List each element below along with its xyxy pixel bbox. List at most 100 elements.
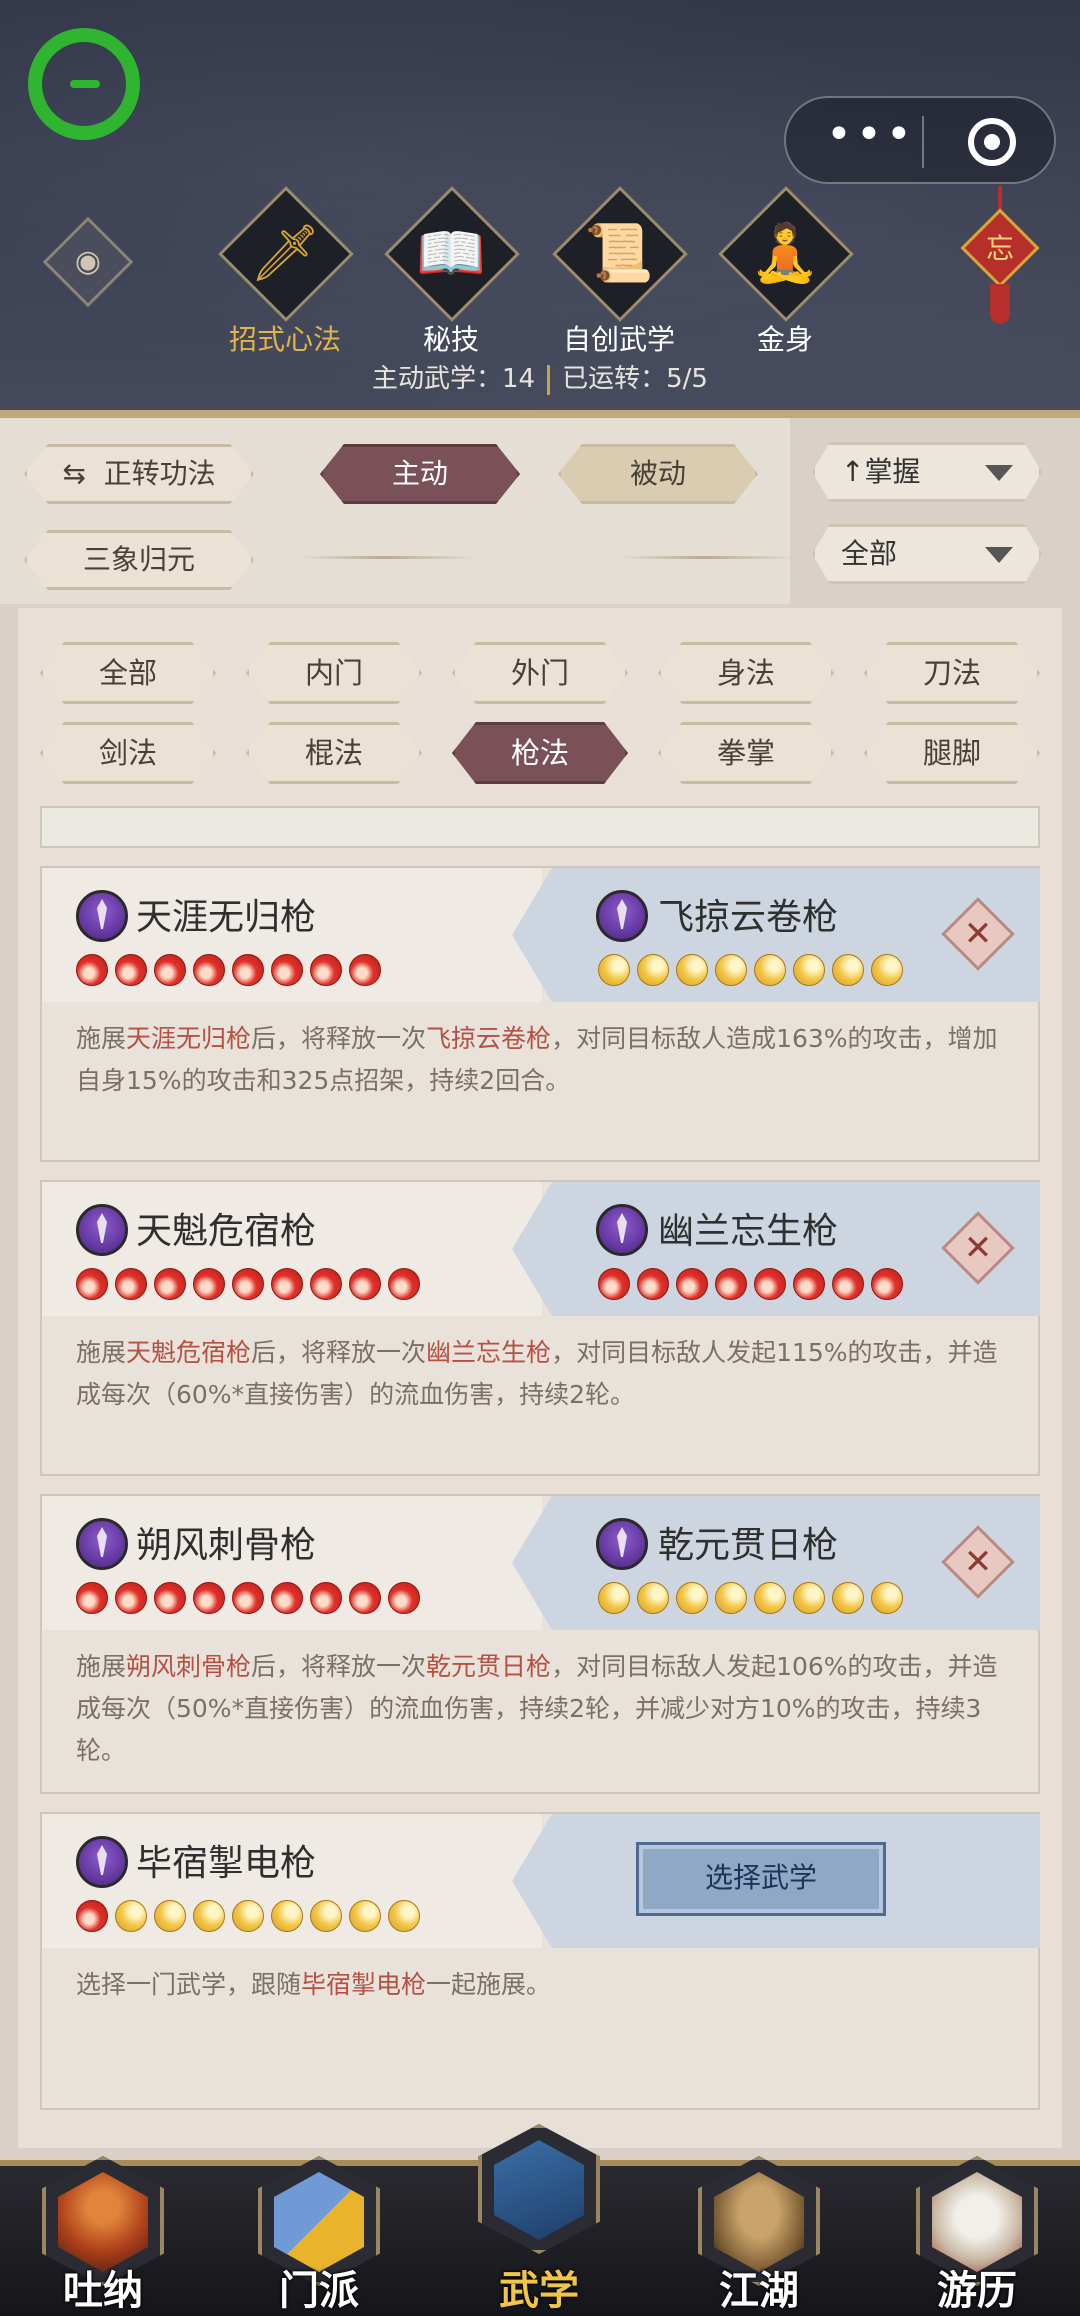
source-skill-name: 天涯无归枪 bbox=[136, 897, 317, 938]
fire-orb-icon bbox=[388, 1268, 420, 1300]
nav-jianghu[interactable]: 江湖 bbox=[684, 2150, 834, 2316]
chat-logo-icon[interactable] bbox=[28, 28, 140, 140]
up-arrow-icon: ↑ bbox=[841, 455, 865, 488]
fire-orb-icon bbox=[232, 1268, 264, 1300]
fire-orb-icon bbox=[76, 1582, 108, 1614]
category-label: 棍法 bbox=[304, 736, 363, 770]
category-leg[interactable]: 腿脚 bbox=[864, 722, 1040, 784]
fire-orb-icon bbox=[271, 1268, 303, 1300]
sword-icon: 🗡 bbox=[249, 221, 321, 286]
fire-orb-icon bbox=[193, 954, 225, 986]
fire-orb-icon bbox=[154, 1582, 186, 1614]
combo-description: 施展天涯无归枪后，将释放一次飞掠云卷枪，对同目标敌人造成163%的攻击，增加自身… bbox=[76, 1024, 998, 1095]
fire-orb-icon bbox=[76, 954, 108, 986]
tab-label: 自创武学 bbox=[562, 323, 675, 356]
spear-skill-icon bbox=[76, 1518, 128, 1570]
spear-skill-icon bbox=[76, 890, 128, 942]
combo-card-empty[interactable]: 毕宿掣电枪 选择一门武学，跟随毕宿掣电枪一起施展。 bbox=[40, 1812, 1040, 2110]
nav-breathing[interactable]: 吐纳 bbox=[28, 2150, 178, 2316]
moon-orb-icon bbox=[388, 1900, 420, 1932]
tab-active[interactable]: 主动 bbox=[320, 444, 520, 504]
divider-ornament bbox=[296, 556, 476, 559]
combo-card[interactable]: 天涯无归枪 飞掠云卷枪 ✕ 施展天涯无归枪后，将释放一次飞掠云卷枪，对同目标敌人… bbox=[40, 866, 1040, 1162]
combo-card[interactable]: 天魁危宿枪 幽兰忘生枪 ✕ 施展天魁危宿枪后，将释放一次幽兰忘生枪，对同目标敌人… bbox=[40, 1180, 1040, 1476]
fire-orb-icon bbox=[676, 1268, 708, 1300]
moon-orb-icon bbox=[154, 1900, 186, 1932]
orb-row bbox=[598, 954, 910, 988]
fire-orb-icon bbox=[115, 1268, 147, 1300]
moon-orb-icon bbox=[676, 954, 708, 986]
category-label: 腿脚 bbox=[922, 736, 981, 770]
spear-skill-icon bbox=[596, 1204, 648, 1256]
moon-orb-icon bbox=[637, 954, 669, 986]
category-outer[interactable]: 外门 bbox=[452, 642, 628, 704]
skill-link: 天魁危宿枪 bbox=[126, 1338, 252, 1367]
moon-orb-icon bbox=[793, 954, 825, 986]
fire-orb-icon bbox=[754, 1268, 786, 1300]
skill-link: 飞掠云卷枪 bbox=[426, 1024, 552, 1053]
combo-description: 选择一门武学，跟随毕宿掣电枪一起施展。 bbox=[76, 1970, 552, 1999]
nav-travel[interactable]: 游历 bbox=[902, 2150, 1052, 2316]
source-skill-panel: 朔风刺骨枪 bbox=[42, 1496, 542, 1630]
fire-orb-icon bbox=[793, 1268, 825, 1300]
category-label: 拳掌 bbox=[716, 736, 775, 770]
fire-orb-icon bbox=[637, 1268, 669, 1300]
category-label: 全部 bbox=[98, 656, 157, 690]
category-inner[interactable]: 内门 bbox=[246, 642, 422, 704]
category-label: 身法 bbox=[716, 656, 775, 690]
orb-row bbox=[76, 1900, 427, 1934]
combo-card[interactable]: 朔风刺骨枪 乾元贯日枪 ✕ 施展朔风刺骨枪后，将释放一次乾元贯日枪，对同目标敌人… bbox=[40, 1494, 1040, 1794]
category-sword[interactable]: 剑法 bbox=[40, 722, 216, 784]
sanxiang-button[interactable]: 三象归元 bbox=[24, 530, 254, 590]
skill-stats: 主动武学：14 已运转：5/5 bbox=[0, 358, 1080, 398]
category-staff[interactable]: 棍法 bbox=[246, 722, 422, 784]
fire-orb-icon bbox=[388, 1582, 420, 1614]
tab-label: 金身 bbox=[756, 323, 813, 356]
fire-orb-icon bbox=[154, 954, 186, 986]
category-blade[interactable]: 刀法 bbox=[864, 642, 1040, 704]
spear-skill-icon bbox=[596, 1518, 648, 1570]
nav-label: 武学 bbox=[499, 2268, 579, 2314]
moon-orb-icon bbox=[715, 1582, 747, 1614]
nav-martial[interactable]: 武学 bbox=[464, 2118, 614, 2314]
fire-orb-icon bbox=[598, 1268, 630, 1300]
top-tab-secret[interactable]: 📖 秘技 bbox=[384, 186, 520, 366]
cycled-count: 已运转：5/5 bbox=[562, 364, 708, 394]
fire-orb-icon bbox=[310, 1268, 342, 1300]
fire-orb-icon bbox=[832, 1268, 864, 1300]
nav-sect[interactable]: 门派 bbox=[244, 2150, 394, 2316]
tab-passive[interactable]: 被动 bbox=[558, 444, 758, 504]
fire-orb-icon bbox=[193, 1582, 225, 1614]
moon-orb-icon bbox=[349, 1900, 381, 1932]
category-spear[interactable]: 枪法 bbox=[452, 722, 628, 784]
fire-orb-icon bbox=[310, 1582, 342, 1614]
fire-orb-icon bbox=[76, 1900, 108, 1932]
divider-ornament bbox=[616, 556, 796, 559]
top-tab-golden-body[interactable]: 🧘 金身 bbox=[718, 186, 854, 366]
category-fist[interactable]: 拳掌 bbox=[658, 722, 834, 784]
linked-skill-name: 飞掠云卷枪 bbox=[658, 897, 839, 938]
orb-row bbox=[598, 1582, 910, 1616]
top-tab-custom[interactable]: 📜 自创武学 bbox=[552, 186, 688, 366]
target-icon[interactable] bbox=[968, 118, 1016, 166]
spear-skill-icon bbox=[76, 1836, 128, 1888]
category-all[interactable]: 全部 bbox=[40, 642, 216, 704]
fire-orb-icon bbox=[154, 1268, 186, 1300]
category-label: 外门 bbox=[510, 656, 569, 690]
fire-orb-icon bbox=[349, 1268, 381, 1300]
source-skill-name: 朔风刺骨枪 bbox=[136, 1525, 317, 1566]
filter-dropdown[interactable]: 全部 bbox=[812, 524, 1042, 584]
category-movement[interactable]: 身法 bbox=[658, 642, 834, 704]
knot-ornament-icon[interactable]: 忘 bbox=[960, 186, 1040, 336]
fire-orb-icon bbox=[232, 1582, 264, 1614]
tab-label: 招式心法 bbox=[228, 323, 341, 356]
nav-label: 门派 bbox=[279, 2268, 359, 2314]
select-skill-button[interactable]: 选择武学 bbox=[636, 1842, 886, 1916]
more-options-icon[interactable]: ••• bbox=[826, 113, 912, 160]
top-tab-moves[interactable]: 🗡 招式心法 bbox=[218, 186, 354, 366]
sort-dropdown[interactable]: ↑掌握 bbox=[812, 442, 1042, 502]
spear-skill-icon bbox=[76, 1204, 128, 1256]
fire-orb-icon bbox=[115, 954, 147, 986]
active-skill-count: 主动武学：14 bbox=[372, 364, 536, 394]
cycle-method-button[interactable]: ⇆ 正转功法 bbox=[24, 444, 254, 504]
